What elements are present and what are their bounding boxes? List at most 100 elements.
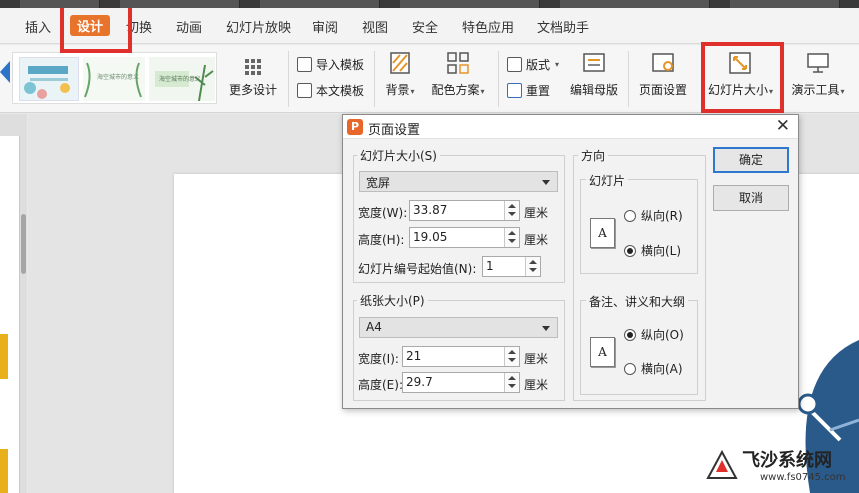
close-icon[interactable]: ✕ [776, 116, 790, 136]
dropdown-arrow-icon [542, 326, 550, 331]
menu-special-apps[interactable]: 特色应用 [462, 17, 514, 36]
spin-up-icon[interactable] [529, 260, 537, 264]
paper-size-value: A4 [366, 320, 382, 334]
ok-button[interactable]: 确定 [713, 147, 789, 173]
text-template-button[interactable]: 本文模板 [297, 80, 364, 100]
spin-down-icon[interactable] [508, 358, 516, 362]
paper-height-value: 29.7 [406, 375, 433, 389]
text-template-icon [297, 82, 312, 98]
slide-size-value: 宽屏 [366, 176, 391, 190]
height-spinner[interactable] [504, 228, 519, 247]
presenter-tools-label: 演示工具 [791, 83, 840, 97]
spin-down-icon[interactable] [508, 239, 516, 243]
window-tab[interactable] [120, 0, 240, 8]
height-unit: 厘米 [524, 233, 549, 247]
width-spinner[interactable] [504, 201, 519, 220]
background-button[interactable]: 背景▾ [382, 51, 418, 98]
window-tab[interactable] [400, 0, 540, 8]
slide-orientation-title: 幻灯片 [586, 172, 629, 189]
layout-label: 版式 [526, 57, 551, 72]
color-scheme-button[interactable]: 配色方案▾ [428, 51, 488, 98]
more-design-label: 更多设计 [228, 83, 277, 97]
notes-landscape-label: 横向(A) [641, 362, 683, 376]
design-thumbnail[interactable] [19, 57, 79, 101]
slide-portrait-radio[interactable]: 纵向(R) [624, 207, 683, 224]
grid-icon [245, 59, 261, 75]
background-icon [388, 51, 412, 75]
reset-label: 重置 [526, 83, 551, 98]
slide-landscape-radio[interactable]: 横向(L) [624, 242, 681, 259]
edit-master-label: 编辑母版 [569, 83, 618, 97]
slide-size-select[interactable]: 宽屏 [359, 171, 558, 192]
start-number-spinner[interactable] [525, 257, 540, 276]
window-tab[interactable] [730, 0, 840, 8]
start-number-field[interactable]: 1 [482, 256, 541, 277]
menu-view[interactable]: 视图 [362, 17, 388, 36]
slide-thumbnail[interactable] [0, 136, 20, 493]
menu-doc-assistant[interactable]: 文档助手 [537, 17, 589, 36]
paper-height-unit: 厘米 [524, 378, 549, 392]
portrait-page-icon: A [590, 337, 615, 367]
height-field[interactable]: 19.05 [409, 227, 520, 248]
width-field[interactable]: 33.87 [409, 200, 520, 221]
paper-width-label: 宽度(I): [358, 352, 399, 366]
ribbon-separator [498, 51, 499, 107]
app-logo-icon: P [347, 119, 363, 135]
dialog-title-bar: P 页面设置 ✕ [343, 115, 798, 139]
text-template-label: 本文模板 [316, 83, 365, 98]
start-number-value: 1 [486, 259, 494, 273]
radio-dot [624, 244, 636, 257]
spin-up-icon[interactable] [508, 350, 516, 354]
paper-height-spinner[interactable] [504, 373, 519, 392]
thumbnail-scroll-left-icon[interactable] [0, 61, 10, 83]
menu-insert[interactable]: 插入 [25, 17, 51, 36]
menu-slideshow[interactable]: 幻灯片放映 [226, 17, 291, 36]
design-tab-highlight [60, 8, 132, 53]
svg-text:海空城市的意义: 海空城市的意义 [159, 75, 201, 83]
paper-width-unit: 厘米 [524, 352, 549, 366]
window-tab[interactable] [20, 0, 100, 8]
import-template-button[interactable]: 导入模板 [297, 54, 364, 74]
page-setup-dialog: P 页面设置 ✕ 幻灯片大小(S) 宽屏 宽度(W): 33.87 厘米 高度(… [342, 114, 799, 409]
menu-animation[interactable]: 动画 [176, 17, 202, 36]
notes-portrait-radio[interactable]: 纵向(O) [624, 326, 684, 343]
menu-review[interactable]: 审阅 [312, 17, 338, 36]
panel-scrollbar[interactable] [21, 214, 26, 274]
layout-button[interactable]: 版式 ▾ [507, 54, 559, 74]
slide-thumbnail-accent [0, 449, 8, 493]
edit-master-button[interactable]: 编辑母版 [568, 51, 620, 98]
cancel-button[interactable]: 取消 [713, 185, 789, 211]
spin-up-icon[interactable] [508, 376, 516, 380]
paper-size-group-title: 纸张大小(P) [357, 292, 428, 309]
menu-security[interactable]: 安全 [412, 17, 438, 36]
paper-size-select[interactable]: A4 [359, 317, 558, 338]
design-thumbnail[interactable]: 海空城市的意义 [83, 57, 145, 101]
height-label: 高度(H): [358, 233, 405, 247]
slide-size-group-title: 幻灯片大小(S) [357, 147, 440, 164]
paper-height-field[interactable]: 29.7 [402, 372, 520, 393]
reset-icon [507, 82, 522, 98]
presenter-tools-button[interactable]: 演示工具▾ [786, 51, 850, 98]
spin-down-icon[interactable] [529, 268, 537, 272]
page-setup-button[interactable]: 页面设置 [636, 51, 690, 98]
spin-down-icon[interactable] [508, 212, 516, 216]
spin-up-icon[interactable] [508, 231, 516, 235]
width-unit: 厘米 [524, 206, 549, 220]
dialog-title: 页面设置 [368, 123, 421, 138]
paper-width-field[interactable]: 21 [402, 346, 520, 367]
paper-width-spinner[interactable] [504, 347, 519, 366]
svg-text:海空城市的意义: 海空城市的意义 [97, 73, 139, 81]
ribbon-separator [288, 51, 289, 107]
window-tab[interactable] [260, 0, 380, 8]
spin-up-icon[interactable] [508, 204, 516, 208]
notes-landscape-radio[interactable]: 横向(A) [624, 360, 683, 377]
color-scheme-icon [446, 51, 470, 75]
more-design-button[interactable]: 更多设计 [226, 51, 280, 98]
window-tab[interactable] [560, 0, 710, 8]
import-template-label: 导入模板 [316, 57, 365, 72]
reset-button[interactable]: 重置 [507, 80, 550, 100]
design-thumbnail[interactable]: 海空城市的意义 [149, 57, 215, 102]
spin-down-icon[interactable] [508, 384, 516, 388]
paper-height-label: 高度(E): [358, 378, 403, 392]
layout-icon [507, 56, 522, 72]
